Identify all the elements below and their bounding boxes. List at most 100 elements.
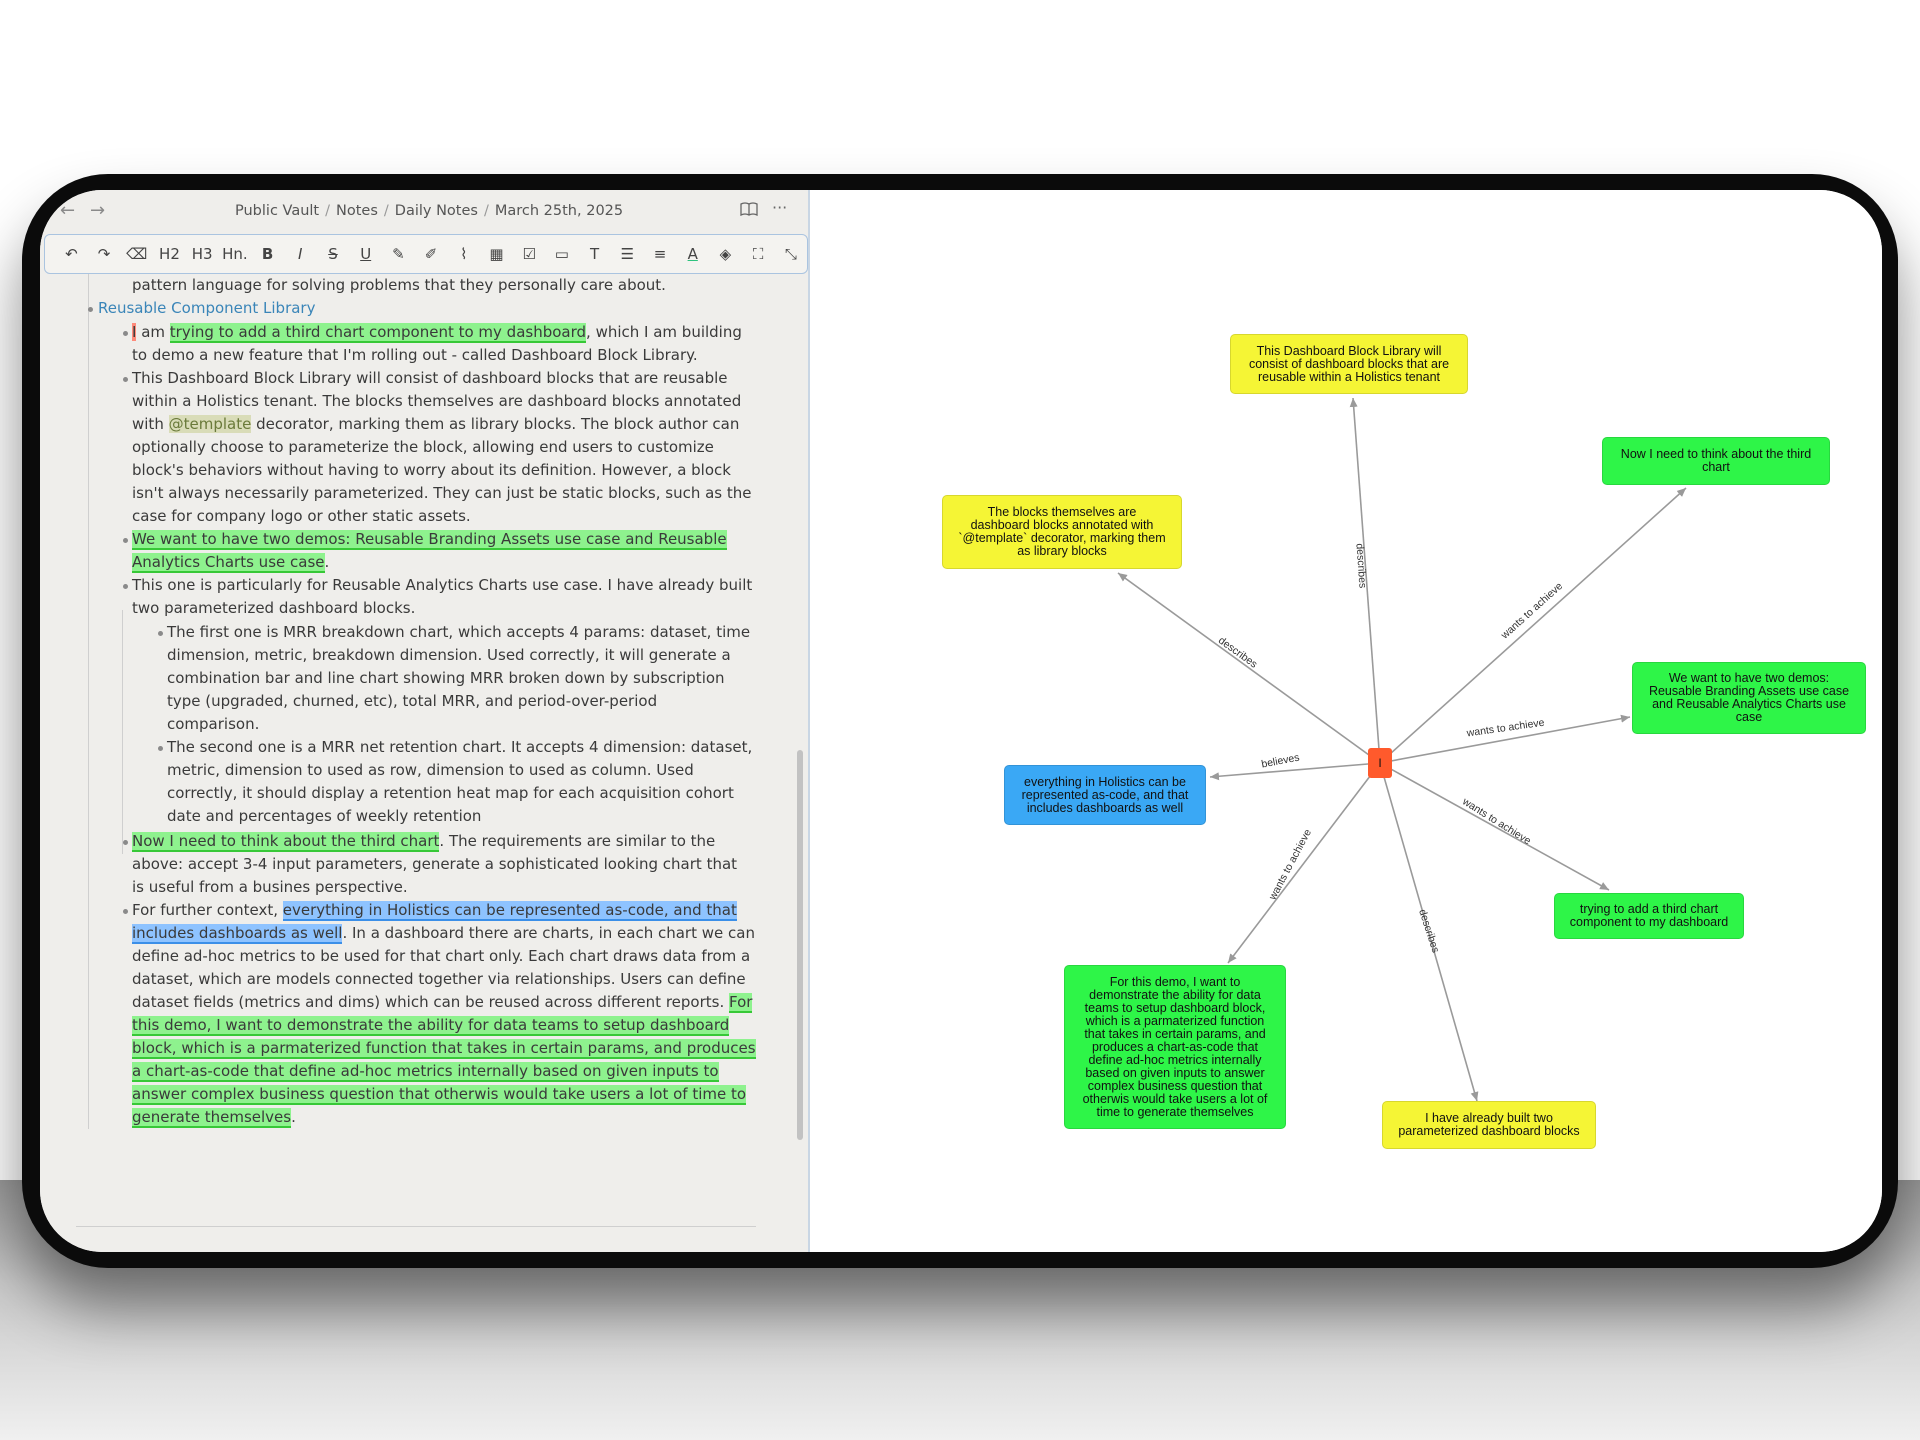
graph-node-add-third-chart[interactable]: trying to add a third chart component to… bbox=[1554, 893, 1744, 939]
text-color-icon[interactable]: A bbox=[676, 239, 709, 269]
fullscreen-icon[interactable]: ⛶ bbox=[742, 239, 775, 269]
breadcrumb-item[interactable]: March 25th, 2025 bbox=[495, 203, 623, 219]
template-tag[interactable]: @template bbox=[168, 415, 252, 433]
strikethrough-icon[interactable]: S bbox=[317, 239, 350, 269]
bold-icon[interactable]: B bbox=[251, 239, 284, 269]
list-item-text: includes dashboards as well. In a dashbo… bbox=[132, 924, 755, 944]
bullet bbox=[158, 746, 163, 751]
checkbox-icon[interactable]: ☑ bbox=[513, 239, 546, 269]
note-content: pattern language for solving problems th… bbox=[40, 274, 800, 1252]
bullet bbox=[123, 840, 128, 845]
edge-label: describes bbox=[1353, 543, 1368, 589]
edge-label: wants to achieve bbox=[1459, 795, 1533, 847]
list-item-text: dimension, metric, breakdown dimension. … bbox=[167, 646, 731, 664]
graph-node-demo-ability[interactable]: For this demo, I want to demonstrate the… bbox=[1064, 965, 1286, 1129]
bullet bbox=[158, 631, 163, 636]
list-item-text: two parameterized dashboard blocks. bbox=[132, 599, 416, 617]
heading-n-icon[interactable]: Hn. bbox=[219, 239, 252, 269]
bullet bbox=[123, 331, 128, 336]
list-item-text: combination bar and line chart showing M… bbox=[167, 669, 725, 687]
heading-2-icon[interactable]: H2 bbox=[153, 239, 186, 269]
list-item-text: We want to have two demos: Reusable Bran… bbox=[132, 530, 727, 550]
list-icon[interactable]: ☰ bbox=[611, 239, 644, 269]
bullet bbox=[88, 307, 93, 312]
list-item-text: answer complex business question that ot… bbox=[132, 1085, 747, 1105]
underline-icon[interactable]: U bbox=[349, 239, 382, 269]
redo-icon[interactable]: ↷ bbox=[88, 239, 121, 269]
breadcrumb-item[interactable]: Public Vault bbox=[235, 203, 319, 219]
list-item-text: this demo, I want to demonstrate the abi… bbox=[132, 1016, 730, 1036]
list-item-text: Analytics Charts use case. bbox=[132, 553, 330, 573]
list-item-text: case for company logo or other static as… bbox=[132, 507, 471, 525]
graph-node-as-code[interactable]: everything in Holistics can be represent… bbox=[1004, 765, 1206, 825]
align-icon[interactable]: ≡ bbox=[644, 239, 677, 269]
scrollbar[interactable] bbox=[797, 750, 803, 1140]
list-item-text: This one is particularly for Reusable An… bbox=[132, 576, 753, 594]
table-icon[interactable]: ▦ bbox=[480, 239, 513, 269]
list-item-text: comparison. bbox=[167, 715, 260, 733]
note-editor-pane: ← → Public Vault / Notes / Daily Notes /… bbox=[40, 190, 810, 1252]
formatting-toolbar: ↶ ↷ ⌫ H2 H3 Hn. B I S U ✎ ✐ ⌇ ▦ ☑ ▭ T ☰ ≡ A ◈ ⛶ ⤡ bbox=[44, 234, 808, 274]
book-open-icon[interactable] bbox=[740, 201, 758, 220]
list-item-text: metric, dimension to used as row, dimens… bbox=[167, 761, 694, 779]
edge-label: describes bbox=[1416, 908, 1441, 954]
bullet bbox=[123, 909, 128, 914]
edge-label: wants to achieve bbox=[1266, 827, 1314, 903]
edge-demo-ability bbox=[1227, 762, 1381, 964]
divider bbox=[76, 1226, 756, 1227]
list-item-text: Now I need to think about the third char… bbox=[132, 832, 716, 852]
list-item-text: type (upgraded, churned, etc), total MRR… bbox=[167, 692, 658, 710]
list-item-text: block's behaviors without having to worr… bbox=[132, 461, 731, 479]
heading-3-icon[interactable]: H3 bbox=[186, 239, 219, 269]
list-item-text: The second one is a MRR net retention ch… bbox=[167, 738, 753, 756]
undo-icon[interactable]: ↶ bbox=[55, 239, 88, 269]
graph-node-two-built[interactable]: I have already built two parameterized d… bbox=[1382, 1101, 1596, 1149]
edge-label: wants to achieve bbox=[1465, 717, 1545, 740]
bullet bbox=[123, 584, 128, 589]
graph-node-center[interactable]: I bbox=[1368, 748, 1392, 778]
graph-node-two-demos[interactable]: We want to have two demos: Reusable Bran… bbox=[1632, 662, 1866, 734]
list-item-text: dataset, which are models connected toge… bbox=[132, 970, 746, 988]
indent-guide bbox=[88, 274, 89, 1129]
intro-tail-text: pattern language for solving problems th… bbox=[132, 276, 666, 294]
highlight-pen-icon[interactable]: ✎ bbox=[382, 239, 415, 269]
app-screen: ← → Public Vault / Notes / Daily Notes /… bbox=[40, 190, 1882, 1252]
bullet bbox=[123, 538, 128, 543]
section-title[interactable]: Reusable Component Library bbox=[98, 297, 315, 320]
list-item-text: generate themselves. bbox=[132, 1108, 296, 1128]
list-item-text: correctly, it should display a retention… bbox=[167, 784, 734, 802]
collapse-icon[interactable]: ⤡ bbox=[774, 239, 807, 269]
back-icon[interactable]: ← bbox=[60, 200, 75, 221]
graph-node-library[interactable]: This Dashboard Block Library will consis… bbox=[1230, 334, 1468, 394]
titlebar: ← → Public Vault / Notes / Daily Notes /… bbox=[40, 190, 810, 234]
edge-label: believes bbox=[1260, 751, 1300, 770]
list-item: I am trying to add a third chart compone… bbox=[132, 323, 742, 343]
list-item-text: above: accept 3-4 input parameters, gene… bbox=[132, 855, 738, 873]
edge-label: wants to achieve bbox=[1498, 580, 1565, 642]
list-item-text: optionally choose to parameterize the bl… bbox=[132, 438, 714, 456]
list-item-text: This Dashboard Block Library will consis… bbox=[132, 369, 728, 387]
list-item-text: isn't always necessarily parameterized. … bbox=[132, 484, 752, 502]
mind-map-pane: describes wants to achieve describes wants … bbox=[812, 190, 1882, 1252]
italic-icon[interactable]: I bbox=[284, 239, 317, 269]
indent-guide bbox=[122, 610, 123, 854]
attachment-icon[interactable]: ⌇ bbox=[447, 239, 480, 269]
breadcrumb-item[interactable]: Notes bbox=[336, 203, 378, 219]
callout-icon[interactable]: ▭ bbox=[546, 239, 579, 269]
list-item-text: dataset fields (metrics and dims) which … bbox=[132, 993, 753, 1013]
fill-color-icon[interactable]: ◈ bbox=[709, 239, 742, 269]
list-item-text: to demo a new feature that I'm rolling o… bbox=[132, 346, 698, 364]
forward-icon[interactable]: → bbox=[90, 200, 105, 221]
list-item-text: is useful from a busines perspective. bbox=[132, 878, 408, 896]
graph-node-blocks-annotated[interactable]: The blocks themselves are dashboard bloc… bbox=[942, 495, 1182, 569]
list-item-text: The first one is MRR breakdown chart, wh… bbox=[167, 623, 751, 641]
more-horizontal-icon[interactable]: ··· bbox=[772, 198, 787, 217]
list-item-text: For further context, everything in Holis… bbox=[132, 901, 737, 921]
graph-node-third-chart-think[interactable]: Now I need to think about the third char… bbox=[1602, 437, 1830, 485]
edit-icon[interactable]: ✐ bbox=[415, 239, 448, 269]
edge-as-code bbox=[1209, 762, 1381, 781]
list-item-text: block, which is a parmaterized function … bbox=[132, 1039, 756, 1059]
eraser-icon[interactable]: ⌫ bbox=[120, 239, 153, 269]
breadcrumb-item[interactable]: Daily Notes bbox=[395, 203, 478, 219]
text-size-icon[interactable]: T bbox=[578, 239, 611, 269]
